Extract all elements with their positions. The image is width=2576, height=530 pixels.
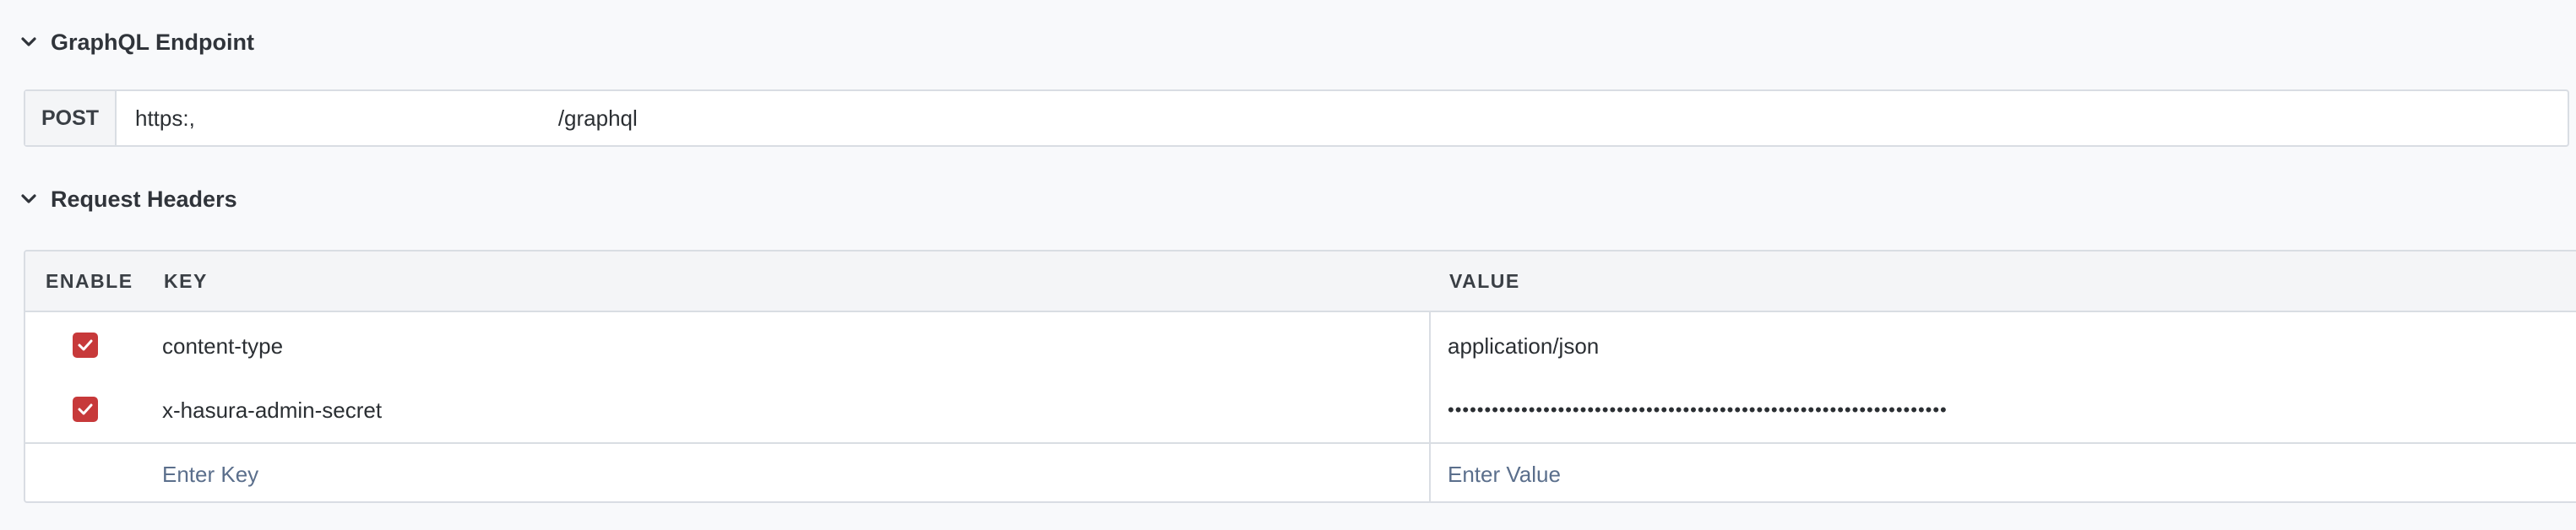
- enable-checkbox[interactable]: [73, 397, 98, 422]
- endpoint-url-input[interactable]: https:, /graphql: [117, 91, 2568, 145]
- new-value-input[interactable]: [1448, 444, 2562, 501]
- table-row: x-hasura-admin-secret ••••••••••••••••••…: [25, 378, 2576, 442]
- column-header-key: KEY: [164, 269, 208, 292]
- headers-table: ENABLE KEY VALUE content-type applicatio…: [24, 250, 2576, 503]
- column-header-value: VALUE: [1449, 269, 1520, 292]
- chevron-down-icon[interactable]: [19, 32, 39, 52]
- new-header-row: [25, 442, 2576, 501]
- header-value-masked[interactable]: ••••••••••••••••••••••••••••••••••••••••…: [1448, 378, 1948, 442]
- table-row: content-type application/json: [25, 314, 2576, 378]
- url-suffix: /graphql: [557, 105, 638, 131]
- http-method-badge: POST: [25, 91, 117, 145]
- section-title: Request Headers: [51, 186, 237, 212]
- chevron-down-icon[interactable]: [19, 189, 39, 209]
- url-prefix: https:,: [135, 105, 195, 131]
- graphql-endpoint-header[interactable]: GraphQL Endpoint: [19, 25, 254, 59]
- enable-checkbox[interactable]: [73, 333, 98, 358]
- endpoint-bar: POST https:, /graphql: [24, 89, 2569, 147]
- header-key[interactable]: content-type: [162, 314, 283, 378]
- check-icon: [78, 403, 93, 415]
- header-key[interactable]: x-hasura-admin-secret: [162, 378, 382, 442]
- column-header-enable: ENABLE: [46, 269, 133, 292]
- header-value[interactable]: application/json: [1448, 314, 1599, 378]
- request-headers-header[interactable]: Request Headers: [19, 182, 237, 216]
- table-header: ENABLE KEY VALUE: [25, 251, 2576, 312]
- new-key-input[interactable]: [162, 444, 1412, 501]
- section-title: GraphQL Endpoint: [51, 29, 254, 55]
- check-icon: [78, 339, 93, 351]
